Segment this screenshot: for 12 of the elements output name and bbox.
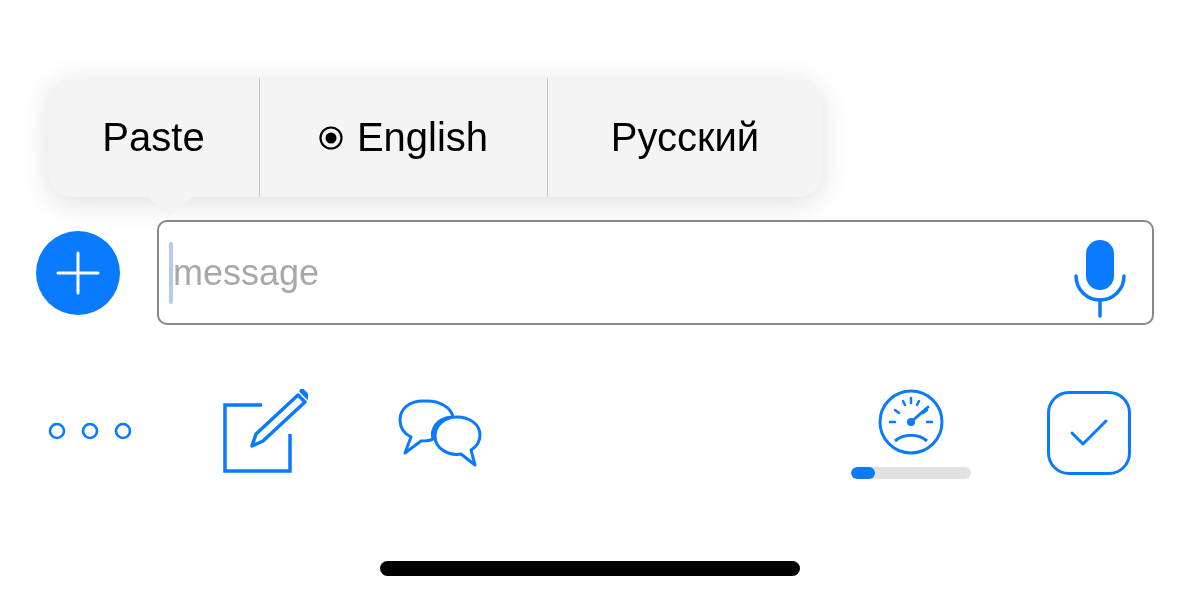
- chat-bubbles-icon[interactable]: [397, 397, 483, 469]
- checkbox[interactable]: [1047, 391, 1131, 475]
- menu-item[interactable]: Русский: [547, 78, 822, 197]
- checkmark-icon: [1069, 418, 1109, 448]
- menu-item[interactable]: Paste: [48, 78, 259, 197]
- message-field[interactable]: message: [157, 220, 1154, 325]
- add-button[interactable]: [36, 230, 120, 315]
- compose-icon[interactable]: [222, 389, 308, 475]
- speedometer-icon[interactable]: [878, 389, 944, 455]
- more-icon[interactable]: [48, 421, 132, 441]
- menu-item[interactable]: English: [259, 78, 547, 197]
- text-cursor: [169, 242, 173, 304]
